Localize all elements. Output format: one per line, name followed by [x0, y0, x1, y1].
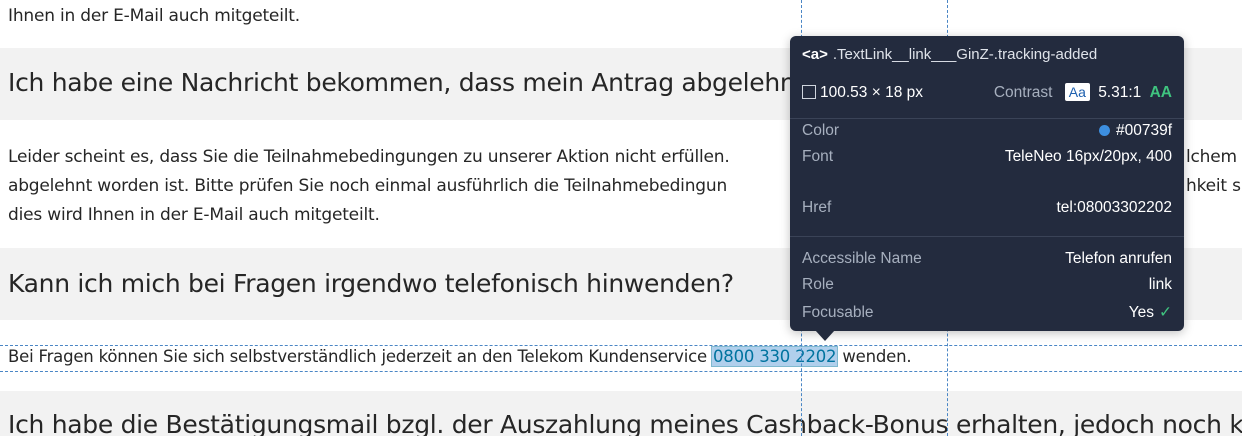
faq-answer-1-line-1: Leider scheint es, dass Sie die Teilnahm… — [8, 147, 730, 167]
inspector-separator-2 — [790, 236, 1184, 237]
phone-link[interactable]: 0800 330 2202 — [710, 346, 839, 367]
faq-answer-1-line-2: abgelehnt worden ist. Bitte prüfen Sie n… — [8, 176, 728, 196]
guide-line-top — [0, 345, 1242, 346]
inspector-selector: .TextLink__link___GinZ-.tracking-added — [832, 46, 1098, 63]
contrast-rating: AA — [1149, 84, 1172, 101]
inspector-font-row: Font TeleNeo 16px/20px, 400 — [802, 148, 1172, 165]
inspector-contrast: Contrast Aa 5.31:1 AA — [993, 83, 1172, 101]
inspector-href-row: Href tel:08003302202 — [802, 199, 1172, 216]
dimensions-icon — [802, 84, 816, 99]
inspector-focusable-row: Focusable Yes ✓ — [802, 303, 1172, 322]
faq-answer-2: Bei Fragen können Sie sich selbstverstän… — [8, 342, 912, 371]
guide-line-bottom — [0, 371, 1242, 372]
inspector-tag: <a> — [802, 46, 828, 63]
inspector-dimensions: 100.53 × 18 px — [802, 84, 923, 102]
faq-answer-1-line-2-tail: hkeit s — [1186, 176, 1241, 196]
inspector-header: <a> .TextLink__link___GinZ-.tracking-add… — [802, 46, 1172, 63]
faq-question-2-title[interactable]: Kann ich mich bei Fragen irgendwo telefo… — [8, 267, 734, 301]
faq-question-1-title[interactable]: Ich habe eine Nachricht bekommen, dass m… — [8, 66, 896, 100]
contrast-sample-icon: Aa — [1064, 83, 1090, 101]
inspector-tooltip: <a> .TextLink__link___GinZ-.tracking-add… — [790, 36, 1184, 331]
checkmark-icon: ✓ — [1159, 304, 1172, 321]
inspector-metrics-row: 100.53 × 18 px Contrast Aa 5.31:1 AA — [802, 83, 1172, 102]
answer-text-tail: Ihnen in der E-Mail auch mitgeteilt. — [8, 6, 300, 26]
color-swatch-icon — [1098, 125, 1110, 136]
inspector-role-row: Role link — [802, 276, 1172, 293]
faq-question-3-title[interactable]: Ich habe die Bestätigungsmail bzgl. der … — [8, 408, 1242, 436]
page: Ihnen in der E-Mail auch mitgeteilt. Ich… — [0, 0, 1242, 436]
inspector-tooltip-arrow — [815, 330, 835, 341]
faq-answer-1-line-3: dies wird Ihnen in der E-Mail auch mitge… — [8, 205, 380, 225]
inspector-accname-row: Accessible Name Telefon anrufen — [802, 250, 1172, 267]
faq-answer-2-after: wenden. — [842, 347, 912, 366]
inspector-color-row: Color #00739f — [802, 122, 1172, 139]
faq-answer-1-line-1-tail: lchem — [1186, 147, 1237, 167]
inspector-separator — [790, 118, 1184, 119]
faq-answer-2-before: Bei Fragen können Sie sich selbstverstän… — [8, 347, 707, 366]
